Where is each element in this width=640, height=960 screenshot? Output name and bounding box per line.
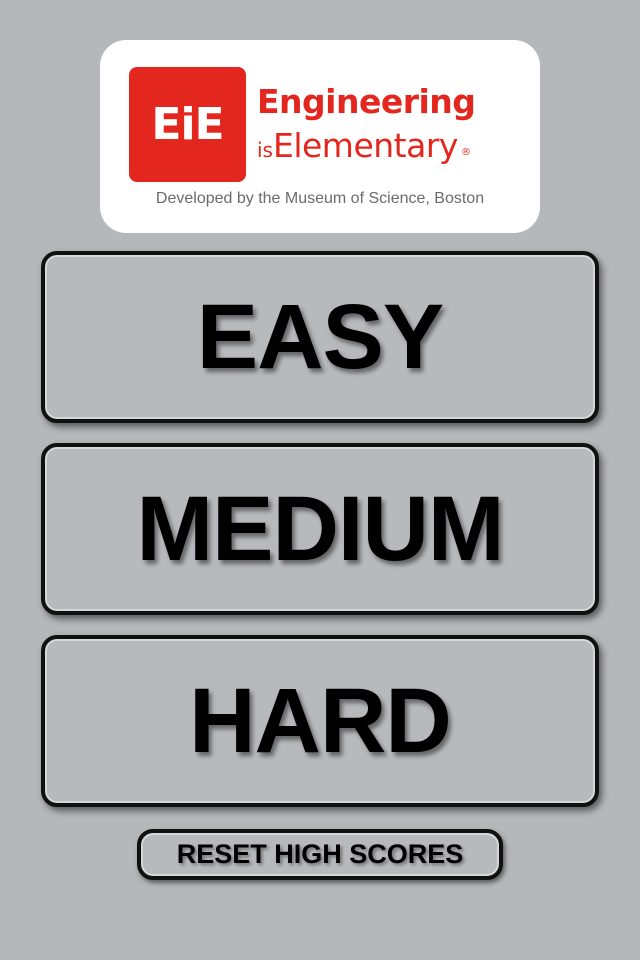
medium-button[interactable]: MEDIUM — [41, 443, 599, 615]
eie-logo-mark: EiE — [129, 67, 246, 182]
logo-elementary-text: Elementary — [272, 126, 458, 165]
easy-button-label: EASY — [196, 285, 445, 388]
easy-button[interactable]: EASY — [41, 251, 599, 423]
logo-tagline: Developed by the Museum of Science, Bost… — [155, 190, 485, 207]
logo-is-elementary-text: isElementary ® — [257, 126, 471, 173]
reset-high-scores-label: RESET HIGH SCORES — [176, 839, 464, 869]
hard-button[interactable]: HARD — [41, 635, 599, 807]
logo-engineering-text: Engineering — [257, 82, 476, 121]
registered-mark: ® — [460, 147, 471, 158]
medium-button-label: MEDIUM — [136, 477, 504, 580]
eie-logo-card: EiE Engineering isElementary ® Developed … — [100, 40, 540, 233]
reset-high-scores-button[interactable]: RESET HIGH SCORES — [137, 829, 503, 880]
hard-button-label: HARD — [189, 669, 452, 772]
logo-is-text: is — [257, 138, 273, 162]
eie-logo-mark-text: EiE — [151, 99, 224, 150]
